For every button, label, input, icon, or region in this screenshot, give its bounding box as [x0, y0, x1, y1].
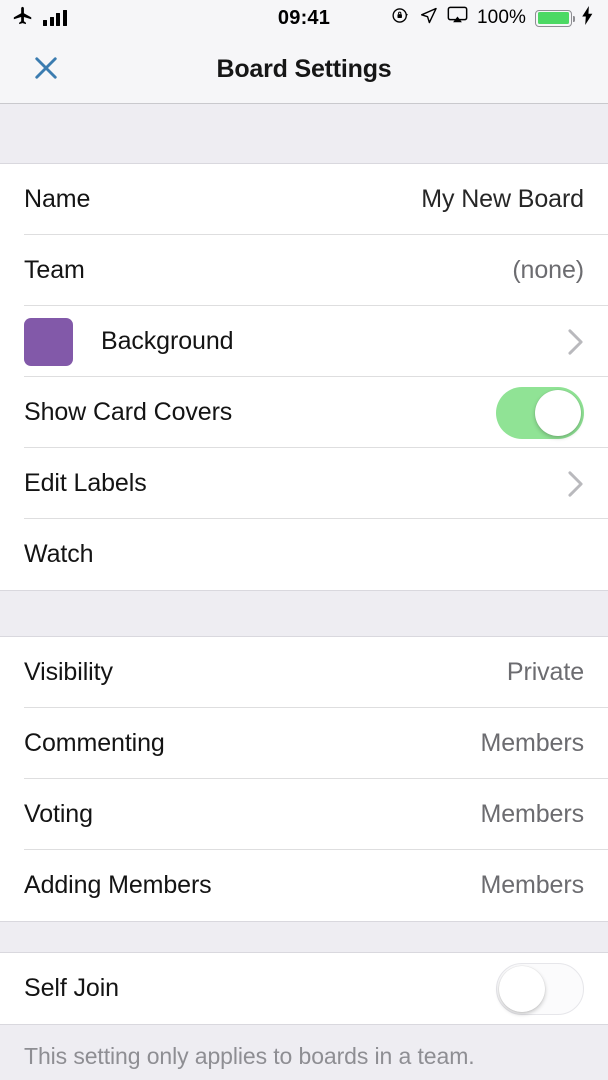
self-join-toggle[interactable]	[496, 962, 584, 1015]
row-voting-value: Members	[480, 800, 585, 828]
row-name-value: My New Board	[421, 185, 584, 213]
row-watch[interactable]: Watch	[0, 519, 608, 590]
row-visibility[interactable]: Visibility Private	[0, 637, 608, 708]
battery-icon	[535, 9, 576, 27]
row-self-join[interactable]: Self Join	[0, 953, 608, 1024]
row-watch-label: Watch	[24, 540, 94, 568]
section-gap-top	[0, 104, 608, 164]
row-team-label: Team	[24, 256, 85, 284]
row-visibility-value: Private	[506, 658, 584, 686]
row-visibility-label: Visibility	[24, 658, 113, 686]
row-commenting-label: Commenting	[24, 729, 165, 757]
section-gap-1	[0, 590, 608, 637]
chevron-right-icon	[567, 470, 584, 498]
airplane-icon	[12, 5, 34, 32]
row-name[interactable]: Name My New Board	[0, 164, 608, 235]
status-bar: 09:41 100%	[0, 0, 608, 36]
row-background[interactable]: Background	[0, 306, 608, 377]
row-edit-labels[interactable]: Edit Labels	[0, 448, 608, 519]
lightning-bolt-icon	[581, 6, 594, 30]
settings-group-board: Name My New Board Team (none) Background…	[0, 164, 608, 590]
row-adding-members[interactable]: Adding Members Members	[0, 850, 608, 921]
row-adding-members-label: Adding Members	[24, 871, 212, 899]
settings-group-self-join: Self Join	[0, 953, 608, 1024]
status-bar-left	[12, 5, 67, 32]
background-color-swatch	[24, 317, 73, 366]
row-show-card-covers[interactable]: Show Card Covers	[0, 377, 608, 448]
row-background-label: Background	[101, 327, 234, 355]
row-name-label: Name	[24, 185, 91, 213]
row-voting-label: Voting	[24, 800, 93, 828]
location-arrow-icon	[419, 6, 438, 30]
chevron-right-icon	[567, 328, 584, 356]
row-edit-labels-label: Edit Labels	[24, 469, 147, 497]
row-voting[interactable]: Voting Members	[0, 779, 608, 850]
page-title: Board Settings	[216, 55, 392, 83]
close-button[interactable]	[26, 50, 66, 90]
close-x-icon	[31, 53, 61, 86]
section-gap-2	[0, 921, 608, 953]
rotation-lock-icon	[391, 6, 410, 30]
status-bar-right: 100%	[391, 6, 594, 30]
signal-strength-icon	[43, 10, 67, 26]
row-adding-members-value: Members	[480, 871, 585, 899]
board-settings-screen: 09:41 100% Board Settings Name My New Bo…	[0, 0, 608, 1080]
row-commenting-value: Members	[480, 729, 585, 757]
row-show-card-covers-label: Show Card Covers	[24, 398, 233, 426]
self-join-footer: This setting only applies to boards in a…	[0, 1024, 608, 1080]
row-team-value: (none)	[512, 256, 584, 284]
navigation-bar: Board Settings	[0, 36, 608, 104]
show-card-covers-toggle[interactable]	[496, 386, 584, 439]
row-commenting[interactable]: Commenting Members	[0, 708, 608, 779]
row-self-join-label: Self Join	[24, 974, 119, 1002]
settings-group-permissions: Visibility Private Commenting Members Vo…	[0, 637, 608, 921]
row-team[interactable]: Team (none)	[0, 235, 608, 306]
airplay-icon	[447, 6, 468, 30]
self-join-footer-text: This setting only applies to boards in a…	[24, 1042, 475, 1069]
battery-percent-label: 100%	[477, 7, 526, 28]
